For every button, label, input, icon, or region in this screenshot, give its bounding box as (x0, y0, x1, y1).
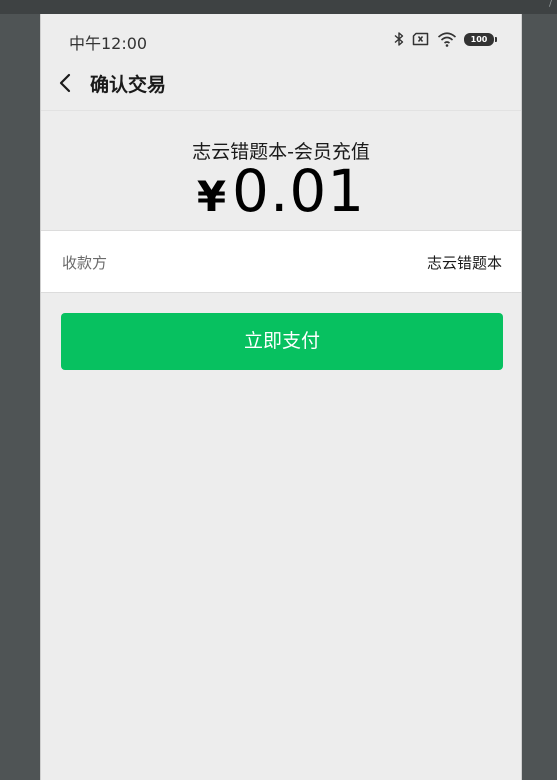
chevron-left-icon[interactable] (57, 71, 75, 95)
phone-screen: 中午12:00 100 确认交易 志云错题本-会员充值 ¥ 0.01 收款方 志… (40, 14, 522, 780)
status-icons: 100 (393, 29, 497, 49)
payee-label: 收款方 (62, 254, 108, 272)
payee-value: 志云错题本 (426, 254, 502, 272)
pay-now-button[interactable]: 立即支付 (61, 313, 503, 370)
status-time: 中午12:00 (69, 34, 148, 53)
battery-icon: 100 (464, 32, 497, 46)
wifi-icon (437, 31, 457, 47)
amount-value: 0.01 (232, 157, 366, 225)
nav-bar: 确认交易 (41, 64, 521, 111)
bluetooth-icon (393, 31, 405, 47)
status-bar: 中午12:00 100 (41, 14, 521, 64)
payment-summary: 志云错题本-会员充值 ¥0.01 (41, 111, 521, 230)
sim-disabled-icon (412, 32, 430, 46)
page-title: 确认交易 (90, 74, 167, 96)
battery-tip (495, 36, 497, 42)
payee-row: 收款方 志云错题本 (41, 230, 521, 293)
battery-level: 100 (464, 32, 494, 46)
window-top-strip (0, 0, 557, 14)
corner-mark: / (549, 0, 553, 9)
payment-amount: ¥0.01 (41, 157, 521, 225)
currency-symbol: ¥ (196, 172, 227, 221)
